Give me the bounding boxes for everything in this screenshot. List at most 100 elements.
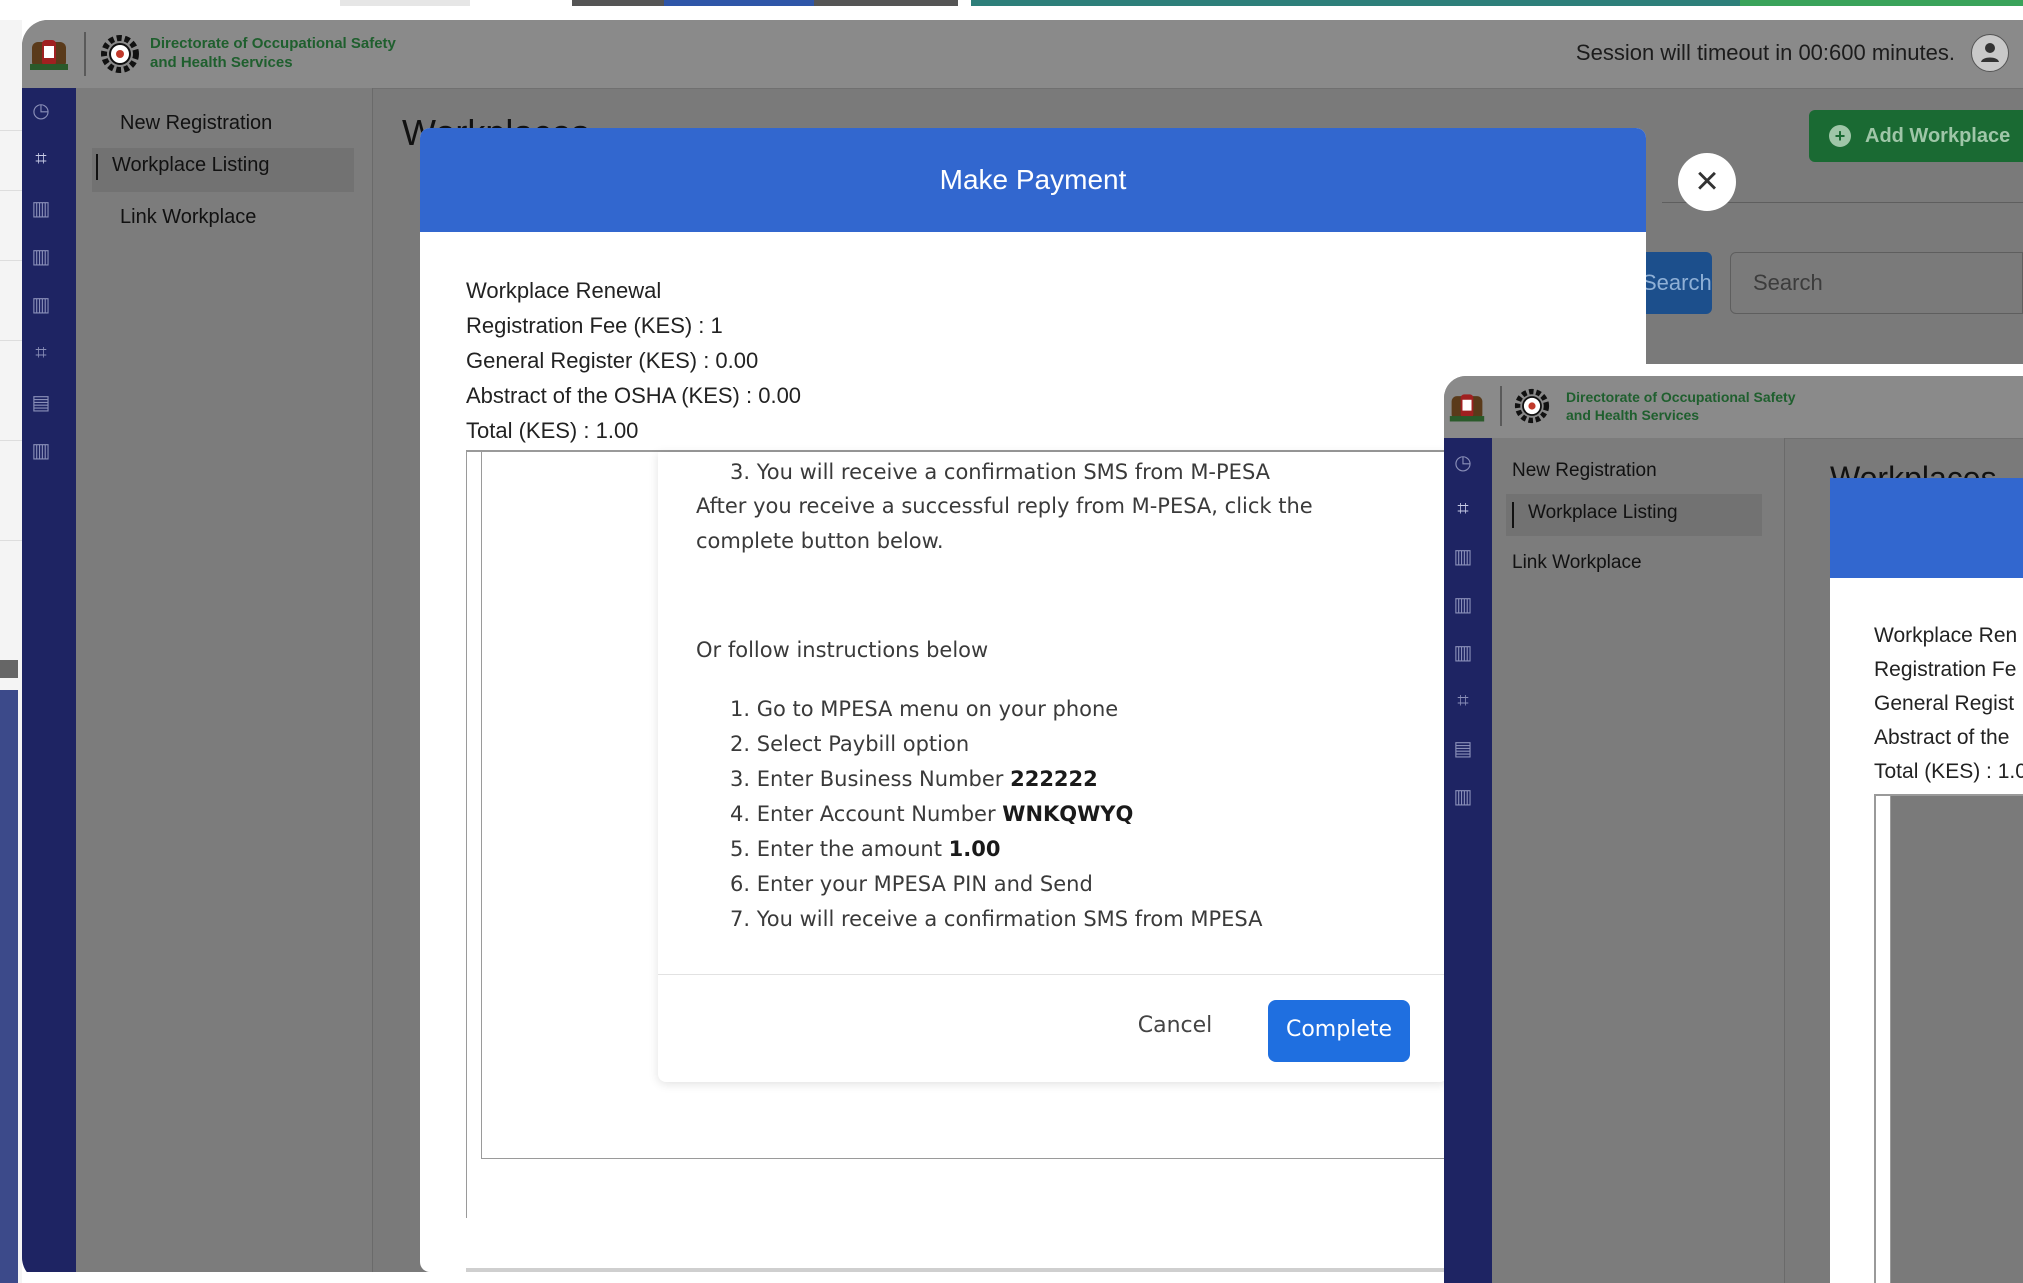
search-input[interactable]: Search <box>1730 252 2023 314</box>
step-text: Enter your MPESA PIN and Send <box>756 872 1093 896</box>
org-name: Directorate of Occupational Safety and H… <box>1566 388 1866 424</box>
cancel-button[interactable]: Cancel <box>1128 1004 1222 1048</box>
side-nav: New Registration Workplace Listing Link … <box>1492 438 1785 1283</box>
app-header: Directorate of Occupational Safety and H… <box>22 20 2023 89</box>
or-follow-text: Or follow instructions below <box>696 638 989 662</box>
building-icon[interactable]: ▥ <box>1450 544 1476 570</box>
amount: 1.00 <box>948 837 1001 861</box>
building-icon[interactable]: ▥ <box>28 438 54 464</box>
divider <box>0 340 22 341</box>
hierarchy-icon[interactable]: ⌗ <box>28 146 54 172</box>
divider <box>0 130 22 131</box>
nav-link-workplace[interactable]: Link Workplace <box>120 206 256 229</box>
step-text: Enter Account Number <box>756 802 1003 826</box>
step-number: 3. <box>730 767 751 791</box>
instruction-step-6: 6. Enter your MPESA PIN and Send <box>730 872 1093 896</box>
dashboard-icon[interactable]: ◷ <box>28 98 54 124</box>
after-reply-text-2: complete button below. <box>696 529 944 553</box>
gear-logo-icon <box>1514 388 1550 424</box>
instruction-step-2: 2. Select Paybill option <box>730 732 969 756</box>
divider <box>0 440 22 441</box>
business-number: 222222 <box>1010 767 1098 791</box>
divider <box>0 260 22 261</box>
search-button[interactable]: Search <box>1642 252 1712 314</box>
fee-line-registration: Registration Fe <box>1874 658 2017 681</box>
clipboard-icon[interactable]: ▤ <box>1450 736 1476 762</box>
building-icon[interactable]: ▥ <box>1450 784 1476 810</box>
step-text: Go to MPESA menu on your phone <box>756 697 1119 721</box>
fee-line-registration: Registration Fee (KES) : 1 <box>466 313 723 338</box>
fee-line-total: Total (KES) : 1.00 <box>466 418 639 443</box>
complete-button[interactable]: Complete <box>1268 1000 1410 1062</box>
header-divider <box>84 32 86 76</box>
window-gap <box>1444 364 2023 376</box>
gear-logo-icon <box>101 35 139 73</box>
org-name: Directorate of Occupational Safety and H… <box>150 34 450 72</box>
payment-instructions-card: 3. You will receive a confirmation SMS f… <box>658 452 1448 1082</box>
step-number: 1. <box>730 697 751 721</box>
make-payment-modal: Workplace Ren Registration Fe General Re… <box>1830 478 2023 1283</box>
account-number: WNKQWYQ <box>1002 802 1134 826</box>
building-icon[interactable]: ▥ <box>28 292 54 318</box>
fee-line-general-register: General Regist <box>1874 692 2015 715</box>
second-app-window: Directorate of Occupational Safety and H… <box>1444 376 2023 1283</box>
plus-icon: + <box>1829 125 1851 147</box>
hierarchy-icon[interactable]: ⌗ <box>1450 688 1476 714</box>
stk-step-3: 3. You will receive a confirmation SMS f… <box>730 460 1271 484</box>
session-timeout-text: Session will timeout in 00:600 minutes. <box>1575 40 1955 65</box>
coat-of-arms-icon <box>30 40 68 70</box>
close-icon[interactable]: × <box>1678 153 1736 211</box>
payment-frame[interactable] <box>1874 794 2023 1283</box>
step-number: 4. <box>730 802 751 826</box>
instruction-step-4: 4. Enter Account Number WNKQWYQ <box>730 802 1133 826</box>
app-header: Directorate of Occupational Safety and H… <box>1444 376 2023 439</box>
modal-header <box>1830 478 2023 578</box>
step-number: 2. <box>730 732 751 756</box>
org-name-line2: and Health Services <box>150 54 293 71</box>
add-workplace-button[interactable]: + Add Workplace <box>1809 110 2023 162</box>
step-text: Select Paybill option <box>756 732 970 756</box>
building-icon[interactable]: ▥ <box>28 244 54 270</box>
background-fragment <box>0 660 18 678</box>
building-icon[interactable]: ▥ <box>28 196 54 222</box>
nav-active-indicator <box>1512 502 1514 528</box>
nav-new-registration[interactable]: New Registration <box>1512 460 1657 482</box>
nav-new-registration[interactable]: New Registration <box>120 112 272 135</box>
hierarchy-icon[interactable]: ⌗ <box>1450 496 1476 522</box>
step-text: Enter the amount <box>756 837 949 861</box>
user-icon <box>1981 43 1999 62</box>
step-number: 6. <box>730 872 751 896</box>
fee-line-abstract: Abstract of the OSHA (KES) : 0.00 <box>466 383 802 408</box>
org-name-line1: Directorate of Occupational Safety <box>1566 389 1796 405</box>
hierarchy-icon[interactable]: ⌗ <box>28 340 54 366</box>
instruction-step-1: 1. Go to MPESA menu on your phone <box>730 697 1118 721</box>
nav-active-indicator <box>96 154 98 180</box>
user-avatar-icon[interactable] <box>1971 34 2009 72</box>
step-number: 5. <box>730 837 751 861</box>
side-nav: New Registration Workplace Listing Link … <box>76 88 373 1283</box>
search-button-label: Search <box>1642 270 1712 295</box>
modal-title: Make Payment <box>420 128 1646 232</box>
instruction-step-5: 5. Enter the amount 1.00 <box>730 837 1000 861</box>
dashboard-icon[interactable]: ◷ <box>1450 450 1476 476</box>
org-name-line2: and Health Services <box>1566 407 1700 423</box>
background-fragment <box>1740 0 2023 6</box>
fee-line-total: Total (KES) : 1.0 <box>1874 760 2023 783</box>
step-text: You will receive a confirmation SMS from… <box>756 907 1263 931</box>
icon-rail: ◷ ⌗ ▥ ▥ ▥ ⌗ ▤ ▥ <box>22 88 76 1283</box>
instruction-step-3: 3. Enter Business Number 222222 <box>730 767 1098 791</box>
step-number: 7. <box>730 907 751 931</box>
fee-line-type: Workplace Renewal <box>466 278 662 303</box>
building-icon[interactable]: ▥ <box>1450 592 1476 618</box>
building-icon[interactable]: ▥ <box>1450 640 1476 666</box>
background-fragment <box>664 0 814 6</box>
nav-workplace-listing[interactable]: Workplace Listing <box>112 154 269 177</box>
fee-line-general-register: General Register (KES) : 0.00 <box>466 348 759 373</box>
fee-line-type: Workplace Ren <box>1874 624 2018 647</box>
nav-workplace-listing[interactable]: Workplace Listing <box>1528 502 1678 524</box>
clipboard-icon[interactable]: ▤ <box>28 390 54 416</box>
nav-link-workplace[interactable]: Link Workplace <box>1512 552 1642 574</box>
fee-line-abstract: Abstract of the <box>1874 726 2010 749</box>
background-fragment <box>340 0 470 6</box>
after-reply-text-1: After you receive a successful reply fro… <box>696 494 1313 518</box>
